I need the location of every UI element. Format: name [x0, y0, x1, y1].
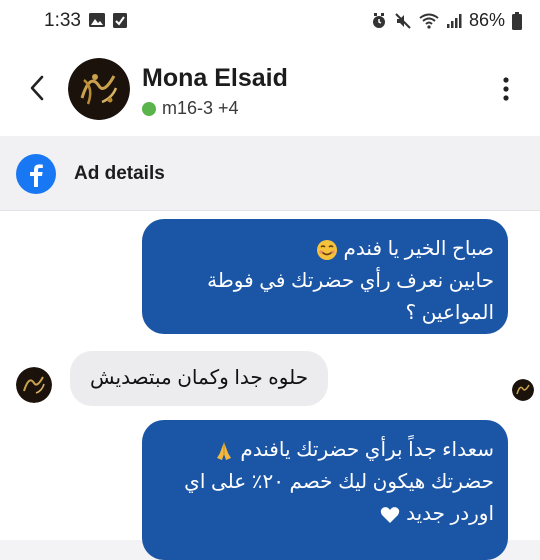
- contact-name: Mona Elsaid: [142, 64, 288, 92]
- signal-icon: [446, 13, 462, 28]
- message-line: اوردر جديد: [156, 498, 494, 530]
- sender-avatar[interactable]: [16, 367, 52, 403]
- status-icons: 86%: [371, 10, 522, 31]
- calligraphy-avatar-icon: [512, 379, 534, 401]
- status-bar: 1:33 86%: [0, 0, 540, 44]
- ad-details-bar[interactable]: Ad details: [0, 136, 540, 211]
- calligraphy-avatar-icon: [16, 367, 52, 403]
- message-text: اوردر جديد: [406, 503, 494, 525]
- contact-subtitle: m16-3 +4: [142, 98, 239, 119]
- alarm-icon: [372, 12, 385, 28]
- battery-icon: [512, 11, 522, 30]
- back-arrow-icon[interactable]: [24, 70, 52, 106]
- message-text: سعداء جداً برأي حضرتك يافندم: [240, 439, 494, 461]
- message-text: صباح الخير يا فندم: [343, 238, 494, 260]
- calligraphy-avatar-icon: [68, 58, 130, 120]
- avatar[interactable]: [68, 58, 130, 120]
- message-bubble-incoming[interactable]: حلوه جدا وكمان مبتصديش: [70, 351, 329, 406]
- battery-percent: 86%: [468, 10, 505, 30]
- message-list: صباح الخير يا فندم حابين نعرف رأي حضرتك …: [0, 211, 540, 560]
- subtitle-text: m16-3 +4: [162, 98, 239, 118]
- message-bubble-outgoing[interactable]: سعداء جداً برأي حضرتك يافندم حضرتك هيكون…: [142, 420, 508, 560]
- facebook-icon: [16, 154, 56, 194]
- status-time: 1:33: [44, 10, 81, 31]
- message-line: المواعين ؟: [405, 302, 494, 324]
- ad-details-label: Ad details: [74, 163, 165, 184]
- message-line: صباح الخير يا فندم: [156, 233, 494, 265]
- gallery-icon: [89, 13, 105, 27]
- smiling-face-icon: [316, 239, 337, 260]
- seen-receipt-avatar: [512, 379, 534, 401]
- message-line: حابين نعرف رأي حضرتك في فوطة: [207, 270, 494, 292]
- conversation-header: Mona Elsaid m16-3 +4: [0, 44, 540, 136]
- message-text: حلوه جدا وكمان مبتصديش: [90, 367, 309, 389]
- wifi-icon: [419, 13, 439, 29]
- more-options-icon[interactable]: [502, 76, 510, 102]
- clipboard-check-icon: [113, 13, 127, 28]
- message-line: سعداء جداً برأي حضرتك يافندم: [156, 434, 494, 466]
- message-line: حضرتك هيكون ليك خصم ٢٠٪ على اي: [184, 471, 494, 493]
- message-bubble-outgoing[interactable]: صباح الخير يا فندم حابين نعرف رأي حضرتك …: [142, 219, 508, 334]
- mute-icon: [395, 12, 411, 29]
- white-heart-icon: [380, 506, 399, 523]
- online-status-dot: [142, 101, 156, 116]
- folded-hands-icon: [216, 441, 231, 460]
